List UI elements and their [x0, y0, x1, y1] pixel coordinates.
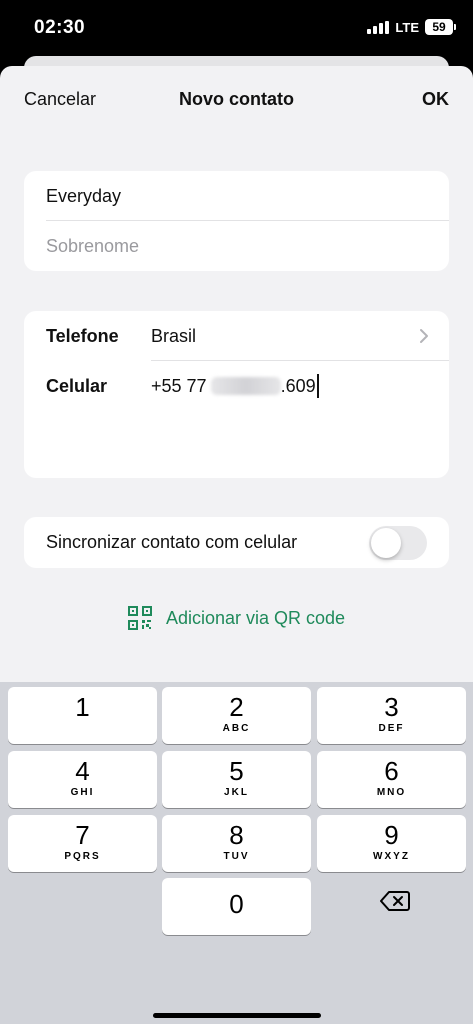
backspace-icon[interactable]: [380, 890, 410, 912]
mobile-prefix: +55 77: [151, 375, 207, 396]
qr-code-icon: [127, 606, 152, 630]
nav-bar: Cancelar Novo contato OK: [0, 66, 473, 132]
key-letters: PQRS: [64, 851, 101, 862]
toggle-knob: [371, 528, 401, 558]
text-cursor: [316, 374, 319, 398]
sync-card: Sincronizar contato com celular: [24, 517, 449, 568]
home-indicator: [153, 1013, 321, 1018]
key-5[interactable]: 5 JKL: [162, 751, 311, 808]
status-indicators: LTE 59: [367, 19, 456, 35]
key-0[interactable]: 0: [162, 878, 311, 935]
country-value: Brasil: [151, 326, 197, 346]
network-type: LTE: [395, 19, 419, 35]
phone-label: Telefone: [46, 326, 119, 346]
status-time: 02:30: [34, 17, 86, 38]
signal-icon: [367, 20, 390, 34]
mobile-label: Celular: [46, 376, 108, 396]
redacted-digits: [210, 377, 281, 395]
key-1[interactable]: 1: [8, 687, 157, 744]
key-letters: DEF: [378, 723, 405, 734]
battery-icon: 59: [425, 19, 456, 35]
chevron-right-icon: [420, 329, 428, 343]
key-number: 4: [75, 756, 90, 786]
country-selector[interactable]: Telefone Brasil: [46, 311, 449, 361]
key-letters: JKL: [224, 787, 249, 798]
key-number: 6: [384, 756, 399, 786]
key-letters: ABC: [222, 723, 251, 734]
key-number: 9: [384, 820, 399, 850]
mobile-suffix: .609: [280, 375, 316, 396]
key-number: 1: [75, 692, 90, 722]
key-6[interactable]: 6 MNO: [317, 751, 466, 808]
key-number: 8: [229, 820, 244, 850]
qr-label: Adicionar via QR code: [165, 607, 346, 628]
name-card: Everyday Sobrenome: [24, 171, 449, 271]
key-9[interactable]: 9 WXYZ: [317, 815, 466, 872]
numeric-keypad: 1 2 ABC 3 DEF 4 GHI 5 JKL 6 MNO 7 PQRS 8…: [0, 682, 473, 1024]
key-3[interactable]: 3 DEF: [317, 687, 466, 744]
add-via-qr-button[interactable]: Adicionar via QR code: [0, 606, 473, 630]
key-number: 3: [384, 692, 399, 722]
first-name-field[interactable]: Everyday: [46, 171, 449, 221]
sync-label: Sincronizar contato com celular: [46, 532, 298, 552]
key-4[interactable]: 4 GHI: [8, 751, 157, 808]
key-letters: MNO: [376, 787, 407, 798]
key-2[interactable]: 2 ABC: [162, 687, 311, 744]
sync-toggle[interactable]: [369, 526, 427, 560]
mobile-number-field[interactable]: +55 77 .609: [151, 361, 319, 411]
key-number: 7: [75, 820, 90, 850]
status-bar: 02:30 LTE 59: [0, 0, 473, 58]
ok-button[interactable]: OK: [422, 89, 449, 110]
key-7[interactable]: 7 PQRS: [8, 815, 157, 872]
key-letters: TUV: [223, 851, 250, 862]
last-name-field[interactable]: Sobrenome: [46, 221, 449, 271]
key-letters: WXYZ: [373, 851, 410, 862]
key-number: 2: [229, 692, 244, 722]
key-letters: GHI: [70, 787, 95, 798]
cancel-button[interactable]: Cancelar: [24, 89, 96, 110]
key-number: 5: [229, 756, 244, 786]
phone-card: Telefone Brasil Celular +55 77 .609: [24, 311, 449, 478]
key-number: 0: [229, 889, 244, 919]
mobile-row: Celular +55 77 .609: [46, 361, 449, 411]
key-8[interactable]: 8 TUV: [162, 815, 311, 872]
